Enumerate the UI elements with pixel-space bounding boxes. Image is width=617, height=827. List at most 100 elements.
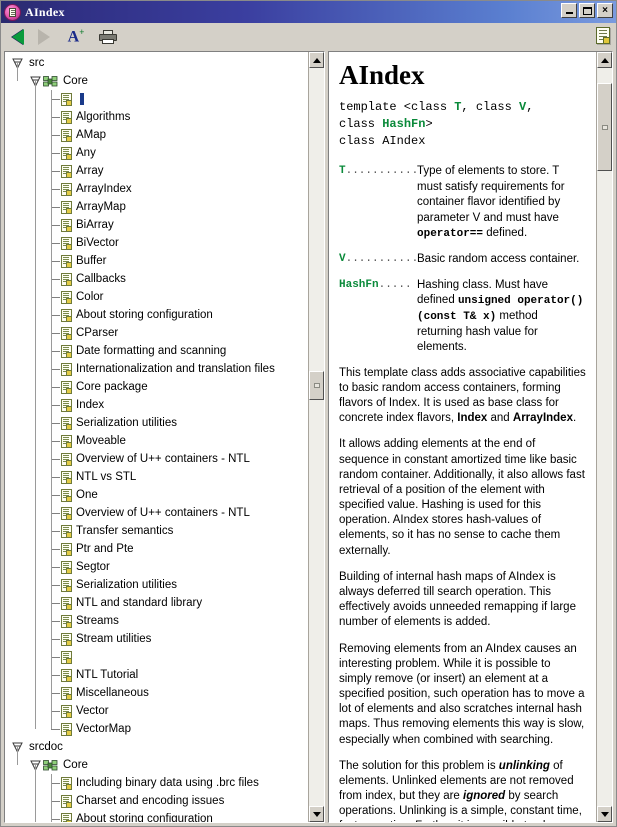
tree-item-label: Moveable <box>72 432 126 450</box>
page-icon <box>61 309 72 322</box>
page-icon <box>61 147 72 160</box>
document-viewport[interactable]: AIndextemplate <class T, class V,class H… <box>329 52 596 822</box>
tree-connector <box>51 567 60 568</box>
package-icon <box>43 75 58 88</box>
tree-item-label: About storing configuration <box>72 810 213 822</box>
tree-connector <box>51 423 60 424</box>
window-title: AIndex <box>25 5 65 20</box>
toolbar: A+ <box>1 23 616 51</box>
tree-connector <box>51 675 60 676</box>
page-icon <box>61 201 72 214</box>
tree-connector <box>51 585 60 586</box>
doc-scroll-thumb[interactable] <box>597 83 612 172</box>
tree-connector <box>51 549 60 550</box>
document-title: AIndex <box>339 62 586 89</box>
doc-scroll-track[interactable] <box>597 68 612 806</box>
parameter-row: V...............Basic random access cont… <box>339 252 586 268</box>
page-icon <box>61 669 72 682</box>
tree-trunk-line <box>17 747 18 765</box>
document-scrollbar[interactable] <box>596 52 612 822</box>
tree-viewport[interactable]: srcCoreAlgorithmsAMapAnyArrayArrayIndexA… <box>5 52 308 822</box>
tree-connector <box>51 495 60 496</box>
document-paragraph: It allows adding elements at the end of … <box>339 437 586 558</box>
printer-icon <box>99 30 117 44</box>
font-size-button[interactable]: A+ <box>63 25 89 49</box>
tree-item-label: Buffer <box>72 252 106 270</box>
tree-connector <box>51 369 60 370</box>
tree-scrollbar[interactable] <box>308 52 324 822</box>
tree-connector <box>51 513 60 514</box>
document-icon <box>596 27 610 44</box>
page-icon <box>61 651 72 664</box>
tree-trunk-line <box>35 81 36 729</box>
tree-item-label: Including binary data using .brc files <box>72 774 259 792</box>
document-paragraph: Removing elements from an AIndex causes … <box>339 642 586 748</box>
tree-item-label: VectorMap <box>72 720 131 738</box>
tree-item-label: AMap <box>72 126 106 144</box>
tree-connector <box>51 711 60 712</box>
page-icon <box>61 255 72 268</box>
tree-item-label: Segtor <box>72 558 110 576</box>
parameter-row: T...............Type of elements to stor… <box>339 164 586 242</box>
page-icon <box>61 327 72 340</box>
parameter-name: HashFn..... <box>339 278 417 293</box>
arrow-down-icon <box>601 812 609 817</box>
arrow-down-icon <box>313 812 321 817</box>
page-icon <box>61 291 72 304</box>
parameter-description: Hashing class. Must have defined unsigne… <box>417 278 586 356</box>
tree-connector <box>51 225 60 226</box>
page-icon <box>61 183 72 196</box>
back-button[interactable] <box>5 25 31 49</box>
tree-group[interactable]: srcdoc <box>5 738 308 756</box>
tree-item-label: NTL vs STL <box>72 468 136 486</box>
forward-button[interactable] <box>31 25 57 49</box>
main-split: srcCoreAlgorithmsAMapAnyArrayArrayIndexA… <box>1 51 616 826</box>
tree-connector <box>51 801 60 802</box>
tree-group[interactable]: Core <box>5 72 308 90</box>
tree-connector <box>51 441 60 442</box>
doc-scroll-down-button[interactable] <box>597 806 612 822</box>
topic-tree[interactable]: srcCoreAlgorithmsAMapAnyArrayArrayIndexA… <box>5 52 308 822</box>
page-icon <box>61 525 72 538</box>
tree-connector <box>51 279 60 280</box>
tree-scroll-track[interactable] <box>309 68 324 806</box>
document-button[interactable] <box>596 27 610 44</box>
print-button[interactable] <box>95 25 121 49</box>
page-icon <box>61 687 72 700</box>
tree-item-label: Index <box>72 396 104 414</box>
close-button[interactable]: × <box>597 3 613 18</box>
page-icon <box>61 795 72 808</box>
page-icon <box>61 363 72 376</box>
tree-connector <box>51 171 60 172</box>
tree-item-label: Overview of U++ containers - NTL <box>72 504 250 522</box>
tree-scroll-up-button[interactable] <box>309 52 324 68</box>
tree-connector <box>51 261 60 262</box>
tree-scroll-thumb[interactable] <box>309 371 324 401</box>
document-pane: AIndextemplate <class T, class V,class H… <box>328 51 613 823</box>
tree-connector <box>51 783 60 784</box>
back-arrow-icon <box>12 29 24 45</box>
maximize-button[interactable] <box>579 3 595 18</box>
tree-connector <box>51 693 60 694</box>
doc-scroll-up-button[interactable] <box>597 52 612 68</box>
page-icon <box>61 93 72 106</box>
tree-item-label: Core <box>59 756 88 774</box>
minimize-button[interactable] <box>561 3 577 18</box>
tree-connector <box>51 189 60 190</box>
tree-connector <box>51 207 60 208</box>
parameter-name: V............... <box>339 252 417 267</box>
tree-connector <box>51 819 60 820</box>
tree-group[interactable]: src <box>5 54 308 72</box>
tree-item-label: Stream utilities <box>72 630 151 648</box>
tree-group[interactable]: Core <box>5 756 308 774</box>
tree-item-label: srcdoc <box>25 738 63 756</box>
tree-item-label: Callbacks <box>72 270 126 288</box>
page-icon <box>61 417 72 430</box>
tree-item-label: Miscellaneous <box>72 684 149 702</box>
tree-scroll-down-button[interactable] <box>309 806 324 822</box>
tree-connector <box>51 243 60 244</box>
page-icon <box>61 813 72 823</box>
tree-connector <box>51 135 60 136</box>
page-icon <box>61 597 72 610</box>
tree-connector <box>51 639 60 640</box>
